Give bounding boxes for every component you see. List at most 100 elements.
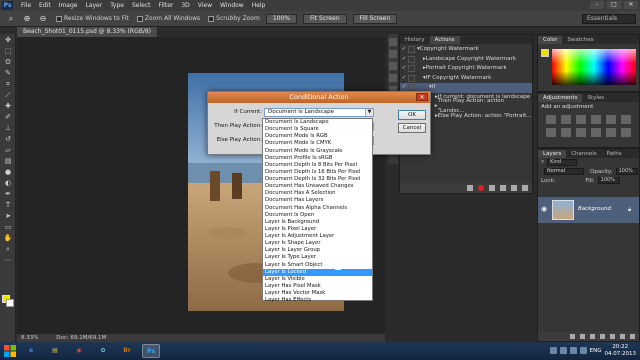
taskbar-windows-media-button[interactable]: ✿ — [94, 344, 112, 358]
new-action-icon[interactable] — [511, 185, 517, 191]
visibility-eye-icon[interactable]: ◉ — [541, 205, 547, 213]
link-layers-icon[interactable] — [570, 334, 575, 339]
new-layer-icon[interactable] — [620, 334, 625, 339]
dropdown-option[interactable]: Document Depth Is 32 Bits Per Pixel — [263, 176, 372, 183]
black-white-icon[interactable] — [561, 128, 571, 137]
menu-filter[interactable]: Filter — [159, 2, 174, 9]
levels-icon[interactable] — [561, 115, 571, 124]
maximize-button[interactable]: □ — [607, 1, 621, 9]
menu-edit[interactable]: Edit — [39, 2, 51, 9]
dropdown-option[interactable]: Layer Is Background — [263, 219, 372, 226]
rectangle-tool-icon[interactable]: ▭ — [1, 222, 15, 232]
record-icon[interactable] — [478, 185, 484, 191]
tab-paths[interactable]: Paths — [602, 150, 627, 158]
dropdown-option[interactable]: Layer Has Vector Mask — [263, 290, 372, 297]
brightness-contrast-icon[interactable] — [546, 115, 556, 124]
new-set-icon[interactable] — [500, 185, 506, 191]
stop-icon[interactable] — [467, 185, 473, 191]
hue-saturation-icon[interactable] — [621, 115, 631, 124]
dropdown-option[interactable]: Layer Is Locked — [263, 268, 372, 276]
chevron-down-icon[interactable]: ▼ — [365, 109, 373, 116]
zoom-100-button[interactable]: 100% — [265, 13, 298, 24]
delete-layer-icon[interactable] — [630, 334, 635, 339]
network-icon[interactable] — [559, 347, 567, 354]
clock[interactable]: 20:22 04.07.2013 — [605, 344, 637, 357]
dropdown-option[interactable]: Document Has Alpha Channels — [263, 205, 372, 212]
history-panel-icon[interactable] — [389, 38, 397, 46]
dropdown-option[interactable]: Document Mode Is Grayscale — [263, 148, 372, 155]
dropdown-option[interactable]: Layer Is Adjustment Layer — [263, 233, 372, 240]
clone-stamp-tool-icon[interactable]: ⊥ — [1, 123, 15, 133]
dialog-close-button[interactable]: ✕ — [416, 93, 428, 101]
taskbar-file-explorer-button[interactable]: ▤ — [46, 344, 64, 358]
dialog-toggle-box[interactable] — [408, 46, 415, 54]
dropdown-option[interactable]: Document Depth Is 16 Bits Per Pixel — [263, 169, 372, 176]
tab-actions[interactable]: Actions — [429, 36, 460, 44]
toggle-check-icon[interactable]: ✓ — [400, 74, 408, 84]
action-row[interactable]: ✓ ▸ Portrait Copyright Watermark — [400, 64, 532, 74]
dropdown-option[interactable]: Layer Is Shape Layer — [263, 240, 372, 247]
dropdown-option[interactable]: Layer Has Pixel Mask — [263, 283, 372, 290]
lasso-tool-icon[interactable]: ʘ — [1, 57, 15, 67]
crop-tool-icon[interactable]: ⌗ — [1, 79, 15, 89]
character-panel-icon[interactable] — [389, 74, 397, 82]
menu-image[interactable]: Image — [59, 2, 78, 9]
menu-view[interactable]: View — [198, 2, 212, 9]
fit-screen-button[interactable]: Fit Screen — [303, 13, 347, 24]
color-balance-icon[interactable] — [546, 128, 556, 137]
dialog-toggle-box[interactable] — [408, 55, 415, 63]
more-tools-icon[interactable]: ⋯ — [1, 255, 15, 265]
type-tool-icon[interactable]: T — [1, 200, 15, 210]
menu-select[interactable]: Select — [132, 2, 151, 9]
windows-start-icon[interactable] — [3, 344, 17, 358]
color-lookup-icon[interactable] — [606, 128, 616, 137]
dropdown-option[interactable]: Layer Is Visible — [263, 276, 372, 283]
menu-3d[interactable]: 3D — [181, 2, 189, 9]
eraser-tool-icon[interactable]: ▱ — [1, 145, 15, 155]
color-spectrum[interactable] — [552, 49, 636, 85]
dialog-toggle-box[interactable] — [408, 65, 415, 73]
layer-name[interactable]: Background — [578, 206, 611, 212]
document-tab[interactable]: Beach_Shot01_0115.psd @ 8.33% (RGB/8) — [17, 27, 157, 37]
dropdown-option[interactable]: Document Has Unsaved Changes — [263, 183, 372, 190]
background-color-swatch[interactable] — [6, 299, 14, 307]
ok-button[interactable]: OK — [398, 110, 426, 120]
cancel-button[interactable]: Cancel — [398, 123, 426, 133]
new-adjustment-icon[interactable] — [600, 334, 605, 339]
dropdown-option[interactable]: Document Has Layers — [263, 197, 372, 204]
dialog-toggle-box[interactable] — [408, 74, 415, 82]
action-row[interactable]: ✓ ▾ IF Copyright Watermark — [400, 74, 532, 84]
blur-tool-icon[interactable]: ● — [1, 167, 15, 177]
dropdown-option[interactable]: Document Is Square — [263, 126, 372, 133]
photo-filter-icon[interactable] — [576, 128, 586, 137]
dropdown-option[interactable]: Layer Is Smart Object — [263, 262, 372, 269]
layer-row-background[interactable]: ◉ Background 🔒︎ — [538, 197, 639, 223]
tab-history[interactable]: History — [400, 36, 430, 44]
toggle-check-icon[interactable]: ✓ — [400, 55, 408, 65]
brush-tool-icon[interactable]: ✐ — [1, 112, 15, 122]
channel-mixer-icon[interactable] — [591, 128, 601, 137]
dropdown-option[interactable]: Document Mode Is RGB — [263, 133, 372, 140]
action-row[interactable]: ✓ ▾ Copyright Watermark — [400, 45, 532, 55]
tab-adjustments[interactable]: Adjustments — [538, 94, 583, 102]
opacity-field[interactable]: 100% — [615, 168, 638, 175]
blend-mode-select[interactable]: Normal — [544, 168, 584, 175]
fx-icon[interactable] — [580, 334, 585, 339]
brush-panel-icon[interactable] — [389, 62, 397, 70]
dropdown-option[interactable]: Document Profile Is sRGB — [263, 155, 372, 162]
dropdown-option[interactable]: Document Mode Is CMYK — [263, 140, 372, 147]
add-mask-icon[interactable] — [590, 334, 595, 339]
layer-kind-select[interactable]: Kind — [547, 159, 578, 166]
zoom-all-windows-checkbox[interactable]: Zoom All Windows — [136, 15, 200, 22]
zoom-out-icon[interactable]: ⊖ — [38, 14, 48, 24]
fill-field[interactable]: 100% — [597, 177, 620, 184]
zoom-in-icon[interactable]: ⊕ — [22, 14, 32, 24]
toggle-check-icon[interactable]: ✓ — [400, 64, 408, 74]
taskbar-internet-explorer-button[interactable]: e — [22, 344, 40, 358]
exposure-icon[interactable] — [591, 115, 601, 124]
marquee-tool-icon[interactable]: ⬚ — [1, 46, 15, 56]
new-group-icon[interactable] — [610, 334, 615, 339]
menu-layer[interactable]: Layer — [85, 2, 102, 9]
dropdown-option[interactable]: Layer Is Pixel Layer — [263, 226, 372, 233]
healing-brush-tool-icon[interactable]: ✚ — [1, 101, 15, 111]
